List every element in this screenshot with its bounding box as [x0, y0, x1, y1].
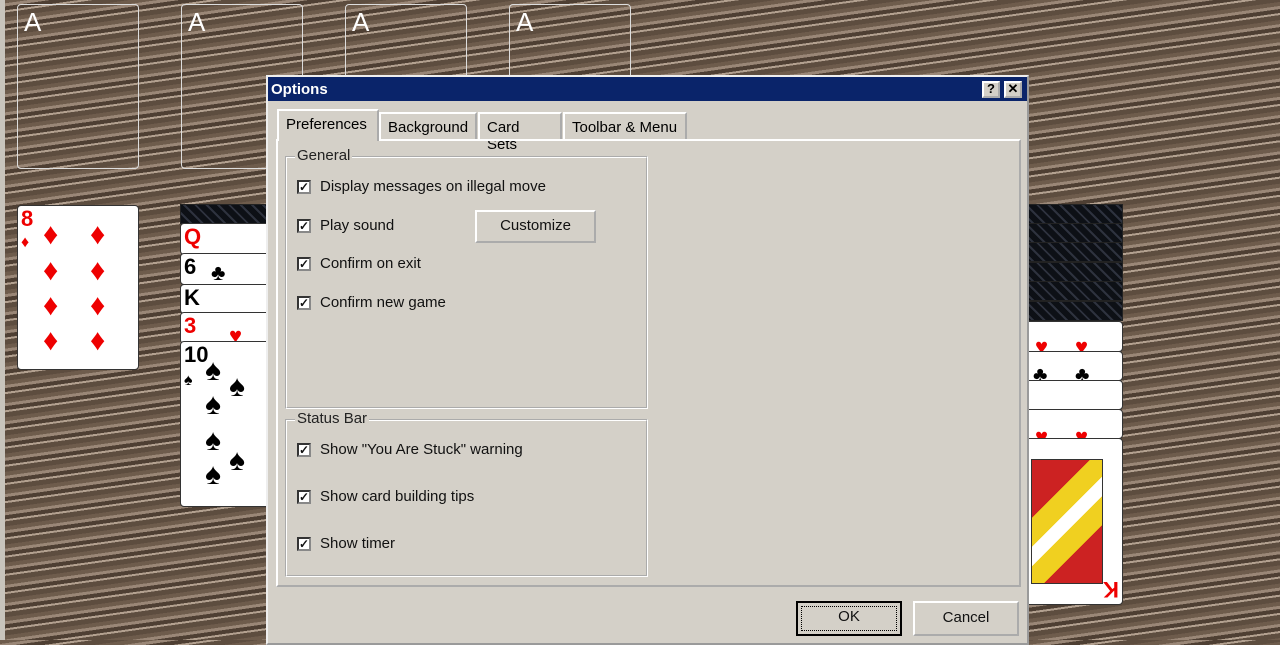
confirm-exit-checkbox[interactable]: ✓ Confirm on exit — [297, 255, 421, 272]
show-timer-checkbox[interactable]: ✓ Show timer — [297, 535, 395, 552]
dialog-title: Options — [271, 81, 328, 98]
options-dialog: Options ? ✕ Preferences Background Card … — [266, 75, 1029, 645]
tab-preferences[interactable]: Preferences — [277, 109, 379, 141]
title-bar: Options ? ✕ — [268, 77, 1027, 101]
ok-button[interactable]: OK — [796, 601, 902, 636]
play-sound-checkbox[interactable]: ✓ Play sound — [297, 217, 394, 234]
group-label: General — [295, 147, 353, 164]
card-back — [180, 204, 280, 224]
card-3-hearts[interactable]: 3 ♥ — [180, 312, 280, 348]
card-rank: 3 — [184, 313, 197, 338]
checkbox-label: Confirm new game — [320, 294, 446, 311]
diamond-icon: ♦ — [90, 324, 106, 357]
building-tips-checkbox[interactable]: ✓ Show card building tips — [297, 488, 474, 505]
tab-card-sets[interactable]: Card Sets — [478, 112, 562, 153]
card-back — [1022, 281, 1123, 301]
diamond-icon: ♦ — [43, 218, 59, 251]
checkbox-label: Show "You Are Stuck" warning — [320, 441, 523, 458]
diamond-icon: ♦ — [90, 218, 106, 251]
display-messages-checkbox[interactable]: ✓ Display messages on illegal move — [297, 178, 546, 195]
card-hearts[interactable]: ♥ ♥ — [1022, 409, 1123, 449]
card-back — [1022, 301, 1123, 321]
diamond-icon: ♦ — [43, 324, 59, 357]
diamond-icon: ♦ — [21, 234, 30, 251]
card[interactable] — [1022, 380, 1123, 410]
foundation-slot-1[interactable]: A — [17, 4, 139, 169]
checkmark-icon: ✓ — [297, 442, 311, 457]
confirm-new-game-checkbox[interactable]: ✓ Confirm new game — [297, 294, 446, 311]
spade-icon: ♠ — [205, 354, 221, 387]
foundation-label: A — [188, 7, 206, 37]
card-rank: K — [1103, 577, 1119, 602]
card-queen-diamonds[interactable]: Q — [180, 223, 280, 255]
card-hearts[interactable]: ♥ ♥ — [1022, 321, 1123, 359]
spade-icon: ♠ — [205, 458, 221, 491]
checkbox-label: Display messages on illegal move — [320, 178, 546, 195]
foundation-label: A — [24, 7, 42, 37]
card-8-diamonds[interactable]: 8 ♦ ♦ ♦ ♦ ♦ ♦ ♦ ♦ ♦ — [17, 205, 139, 370]
help-button[interactable]: ? — [982, 81, 1000, 98]
card-rank: Q — [184, 224, 202, 249]
foundation-label: A — [516, 7, 534, 37]
spade-icon: ♠ — [205, 388, 221, 421]
diamond-icon: ♦ — [90, 254, 106, 287]
card-rank: K — [184, 285, 200, 310]
card-clubs[interactable]: ♣ ♣ — [1022, 351, 1123, 387]
checkbox-label: Show card building tips — [320, 488, 475, 505]
group-label: Status Bar — [295, 410, 370, 427]
card-back — [1022, 242, 1123, 262]
checkmark-icon: ✓ — [297, 256, 311, 271]
checkmark-icon: ✓ — [297, 536, 311, 551]
checkmark-icon: ✓ — [297, 489, 311, 504]
card-rank: 6 — [184, 254, 197, 279]
window-edge — [0, 0, 5, 640]
diamond-icon: ♦ — [43, 289, 59, 322]
checkmark-icon: ✓ — [297, 218, 311, 233]
checkmark-icon: ✓ — [297, 295, 311, 310]
checkbox-label: Confirm on exit — [320, 255, 421, 272]
king-face-art — [1031, 459, 1103, 584]
card-6-clubs[interactable]: 6 ♣ — [180, 253, 280, 285]
card-10-spades[interactable]: 10 ♠ ♠ ♠ ♠ ♠ ♠ ♠ — [180, 341, 280, 507]
customize-button[interactable]: Customize — [475, 210, 596, 243]
diamond-icon: ♦ — [90, 289, 106, 322]
card-back — [1022, 223, 1123, 243]
card-king-spades[interactable]: K — [180, 284, 280, 314]
checkmark-icon: ✓ — [297, 179, 311, 194]
spade-icon: ♠ — [184, 372, 193, 389]
checkbox-label: Show timer — [320, 535, 396, 552]
status-bar-group: Status Bar ✓ Show "You Are Stuck" warning… — [285, 410, 648, 577]
foundation-label: A — [352, 7, 370, 37]
general-group: General ✓ Display messages on illegal mov… — [285, 147, 648, 409]
checkbox-label: Play sound — [320, 217, 395, 234]
stuck-warning-checkbox[interactable]: ✓ Show "You Are Stuck" warning — [297, 441, 523, 458]
preferences-panel: General ✓ Display messages on illegal mov… — [276, 139, 1021, 587]
card-back — [1022, 262, 1123, 282]
card-back — [1022, 204, 1123, 224]
tab-toolbar-menu[interactable]: Toolbar & Menu — [563, 112, 687, 140]
cancel-button[interactable]: Cancel — [913, 601, 1019, 636]
spade-icon: ♠ — [229, 444, 245, 477]
card-king-hearts[interactable]: K — [1022, 438, 1123, 605]
diamond-icon: ♦ — [43, 254, 59, 287]
close-button[interactable]: ✕ — [1004, 81, 1022, 98]
tab-background[interactable]: Background — [379, 112, 477, 140]
spade-icon: ♠ — [229, 370, 245, 403]
spade-icon: ♠ — [205, 424, 221, 457]
